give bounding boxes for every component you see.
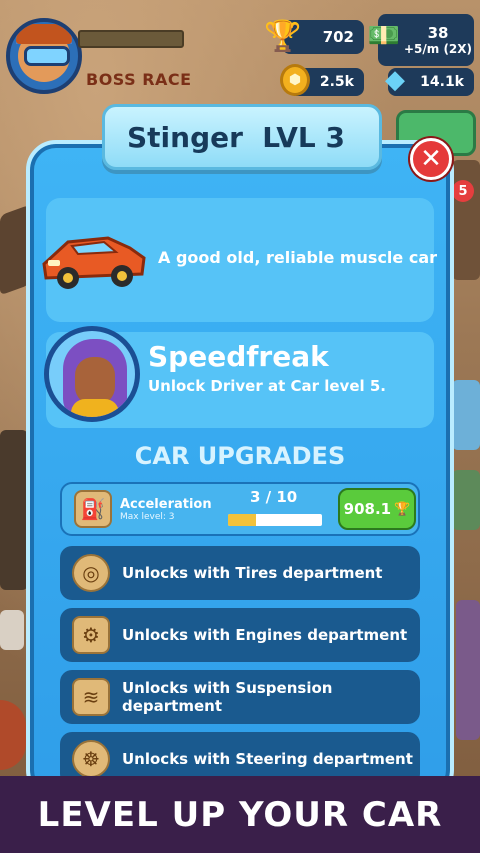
acceleration-progress-bar (228, 514, 322, 526)
car-description: A good old, reliable muscle car (158, 248, 438, 267)
gold-amount: 2.5k (319, 74, 354, 90)
background-prop (0, 700, 26, 770)
car-name: Stinger (127, 120, 243, 154)
upgrade-cost: 908.1 (343, 500, 392, 518)
tire-icon: ◎ (72, 554, 110, 592)
locked-upgrade-label: Unlocks with Engines department (122, 626, 408, 644)
promo-banner-text: LEVEL UP YOUR CAR (37, 794, 443, 835)
boss-race-progress-bar (78, 30, 184, 48)
driver-face (75, 357, 115, 405)
background-prop (0, 430, 28, 590)
car-level: LVL 3 (262, 120, 345, 154)
background-prop (452, 470, 480, 530)
acceleration-level: 3 / 10 (250, 488, 298, 506)
trophy-count: 702 (322, 28, 354, 46)
car-upgrades-title: CAR UPGRADES (134, 442, 346, 470)
avatar-face (16, 24, 72, 82)
trophy-icon: 🏆 (394, 501, 411, 517)
cash-icon: 💵 (367, 21, 401, 51)
locked-upgrade-row: ⚙ Unlocks with Engines department (60, 608, 420, 662)
cash-rate: +5/m (2X) (403, 41, 473, 56)
acceleration-max-level: Max level: 3 (120, 511, 175, 522)
driver-unlock-text: Unlock Driver at Car level 5. (148, 377, 386, 395)
spring-icon: ≋ (72, 678, 110, 716)
trophy-icon: 🏆 (264, 18, 302, 54)
acceleration-name: Acceleration (120, 496, 212, 512)
acceleration-upgrade-row: ⛽ Acceleration Max level: 3 3 / 10 908.1… (60, 482, 420, 536)
cash-amount: 38 (427, 23, 449, 42)
gem-amount: 14.1k (420, 74, 464, 90)
locked-upgrade-row: ◎ Unlocks with Tires department (60, 546, 420, 600)
background-prop (452, 160, 480, 280)
close-icon: ✕ (420, 144, 442, 174)
locked-upgrade-label: Unlocks with Steering department (122, 750, 413, 768)
background-prop (0, 610, 24, 650)
acceleration-texts: Acceleration Max level: 3 (120, 497, 212, 522)
locked-upgrade-label: Unlocks with Tires department (122, 564, 383, 582)
background-prop (452, 380, 480, 450)
background-prop (456, 600, 480, 740)
locked-upgrade-row: ≋ Unlocks with Suspension department (60, 670, 420, 724)
upgrade-buy-button[interactable]: 908.1 🏆 (338, 488, 416, 530)
player-avatar[interactable] (6, 18, 82, 94)
steering-wheel-icon: ☸ (72, 740, 110, 778)
fuel-can-icon: ⛽ (74, 490, 112, 528)
acceleration-progress-fill (228, 514, 257, 526)
boss-race-label[interactable]: BOSS RACE (86, 70, 192, 89)
promo-banner: LEVEL UP YOUR CAR (0, 776, 480, 853)
gold-coin-icon: ⬢ (280, 64, 310, 96)
engine-icon: ⚙ (72, 616, 110, 654)
locked-upgrade-label: Unlocks with Suspension department (122, 679, 333, 715)
notification-badge: 5 (452, 180, 474, 202)
car-title-ribbon: Stinger LVL 3 (102, 104, 382, 170)
driver-portrait[interactable] (44, 326, 140, 422)
muscle-car-image (42, 236, 146, 289)
driver-name: Speedfreak (148, 340, 329, 373)
diamond-icon: ◆ (385, 65, 405, 95)
close-button[interactable]: ✕ (410, 138, 452, 180)
